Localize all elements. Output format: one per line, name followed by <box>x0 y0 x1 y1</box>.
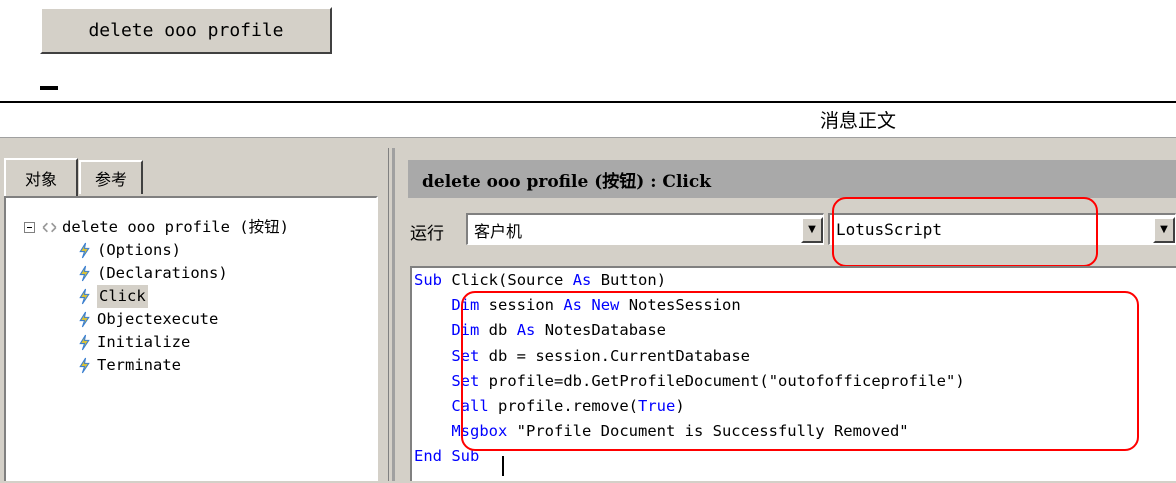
language-highlight-annotation <box>832 197 1098 267</box>
tree-item-declarations[interactable]: (Declarations) <box>76 262 289 285</box>
tree-item-label: Objectexecute <box>97 310 219 328</box>
tree-root-item[interactable]: delete ooo profile (按钮) <box>24 216 289 239</box>
chevron-down-icon[interactable]: ▼ <box>1153 216 1175 243</box>
tree-item-label: Terminate <box>97 356 181 374</box>
lotusscript-event-icon <box>79 288 90 305</box>
tree-item-options[interactable]: (Options) <box>76 239 289 262</box>
tree-item-label: (Options) <box>97 241 181 259</box>
run-target-select[interactable]: 客户机 ▼ <box>466 213 824 245</box>
tree-item-label: (Declarations) <box>97 264 228 282</box>
lotusscript-event-icon <box>79 334 90 351</box>
delete-ooo-profile-button[interactable]: delete ooo profile <box>40 7 332 54</box>
object-tree: delete ooo profile (按钮) (Options) (Declar… <box>4 196 378 481</box>
pane-splitter-line <box>392 148 395 481</box>
tree-item-label: Initialize <box>97 333 191 351</box>
message-body-header <box>0 103 1176 138</box>
event-title-bar: delete ooo profile (按钮) : Click <box>408 160 1176 198</box>
tree-root-label: delete ooo profile (按钮) <box>62 218 289 236</box>
lotusscript-event-icon <box>79 357 90 374</box>
run-label: 运行 <box>410 224 444 244</box>
code-highlight-annotation <box>461 291 1139 451</box>
button-object-icon <box>42 222 57 233</box>
tab-objects[interactable]: 对象 <box>4 158 78 196</box>
tree-children: (Options) (Declarations) Click Objectexecut… <box>24 239 289 377</box>
code-line: Sub Click(Source As Button) <box>414 271 667 289</box>
lotusscript-event-icon <box>79 242 90 259</box>
tree-item-label: Click <box>97 285 148 308</box>
run-target-value: 客户机 <box>474 221 523 241</box>
tree-item-terminate[interactable]: Terminate <box>76 354 289 377</box>
tab-reference[interactable]: 参考 <box>79 160 143 194</box>
tree-item-initialize[interactable]: Initialize <box>76 331 289 354</box>
message-body-title: 消息正文 <box>820 110 897 132</box>
collapse-icon[interactable] <box>24 222 35 233</box>
tree-item-objectexecute[interactable]: Objectexecute <box>76 308 289 331</box>
chevron-down-icon[interactable]: ▼ <box>801 216 823 243</box>
lotusscript-event-icon <box>79 311 90 328</box>
tree-item-click[interactable]: Click <box>76 285 289 308</box>
text-caret <box>502 456 504 476</box>
text-cursor-dash <box>40 86 58 90</box>
lotusscript-event-icon <box>79 265 90 282</box>
